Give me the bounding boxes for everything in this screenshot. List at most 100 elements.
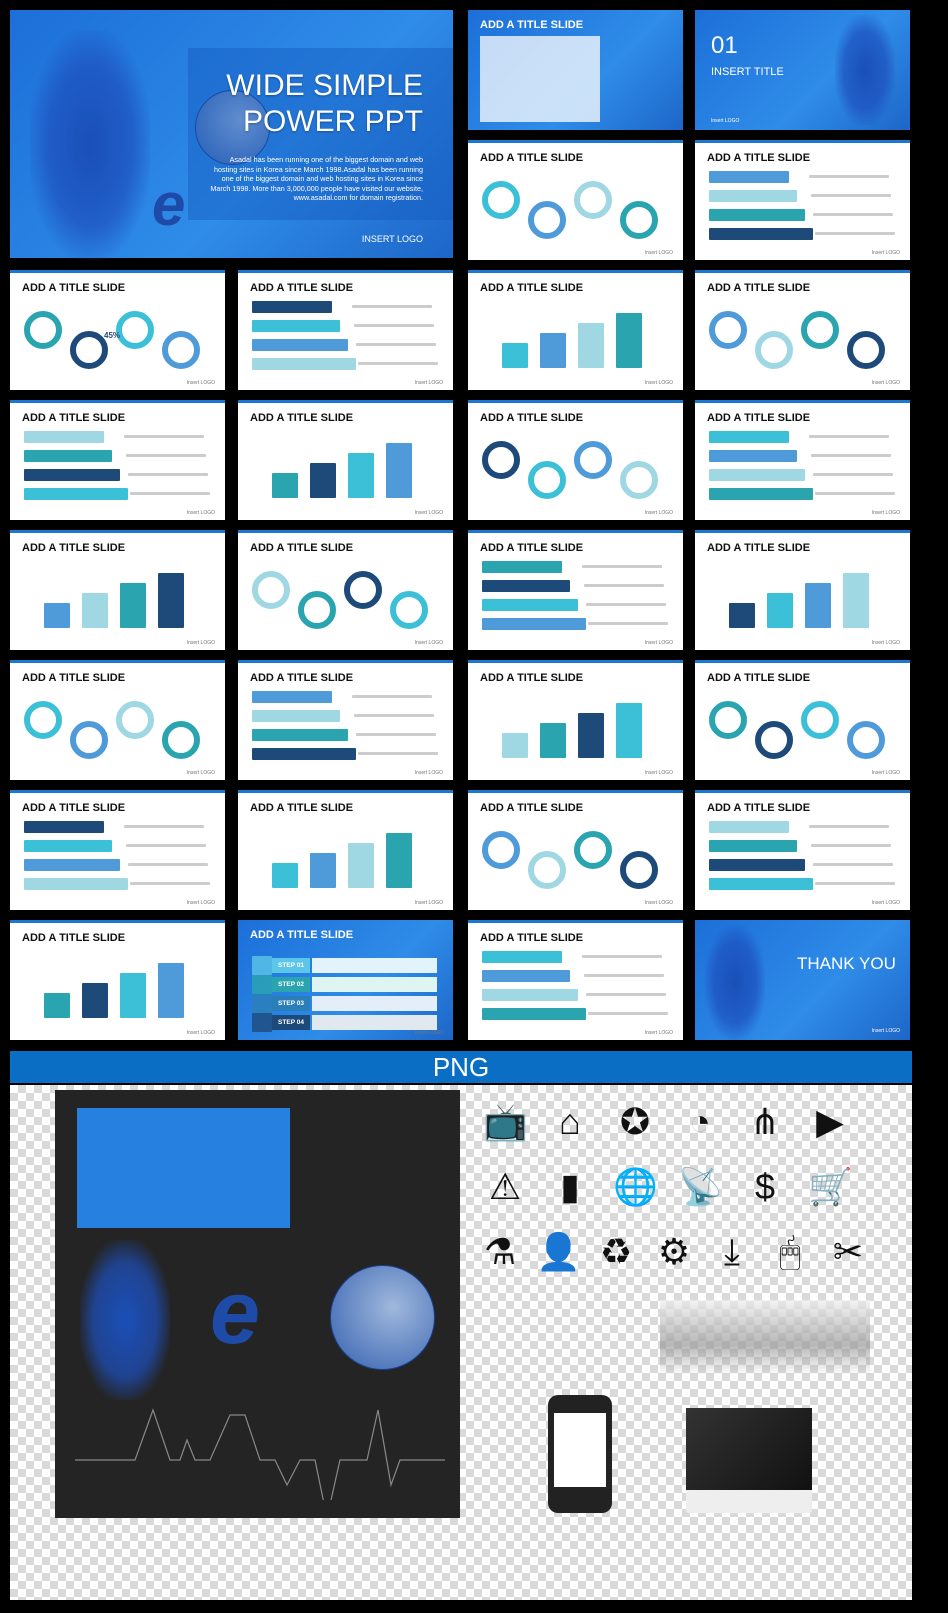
insert-logo: Insert LOGO [414,770,443,776]
slide-thumbnail[interactable]: ADD A TITLE SLIDE Insert LOGO [10,400,225,520]
slide-thumbnail[interactable]: ADD A TITLE SLIDE Insert LOGO [238,270,453,390]
slide-title: ADD A TITLE SLIDE [707,542,811,554]
slide-thumbnail[interactable]: 01 INSERT TITLE Insert LOGO [695,10,910,130]
insert-logo: INSERT LOGO [361,234,423,244]
slide-thumbnail[interactable]: ADD A TITLE SLIDE Insert LOGO [695,790,910,910]
slide-title: ADD A TITLE SLIDE [250,929,354,941]
battery-icon: ▮ [560,1166,580,1207]
insert-logo: Insert LOGO [871,250,900,256]
slide-diagram [24,951,211,1026]
slide-title: ADD A TITLE SLIDE [480,282,584,294]
slide-thumbnail[interactable]: ADD A TITLE SLIDE Insert LOGO [238,530,453,650]
slide-thumbnail[interactable]: ADD A TITLE SLIDE Insert LOGO [695,400,910,520]
step-ribbon [252,975,272,994]
slide-thumbnail[interactable]: ADD A TITLE SLIDE Insert LOGO [468,660,683,780]
slide-thumbnail[interactable]: ADD A TITLE SLIDE 45% Insert LOGO [10,270,225,390]
slide-thumbnail[interactable]: ADD A TITLE SLIDE Insert LOGO [468,920,683,1040]
slide-diagram [709,691,896,766]
section-title: INSERT TITLE [711,66,784,78]
thank-you-title: THANK YOU [797,954,896,973]
slide-thumbnail[interactable]: ADD A TITLE SLIDE Insert LOGO [695,270,910,390]
step-label: STEP 02 [272,977,310,992]
slide-diagram [709,301,896,376]
slide-diagram [24,691,211,766]
slide-diagram [482,691,669,766]
insert-logo: Insert LOGO [186,770,215,776]
insert-logo: Insert LOGO [871,770,900,776]
shopping-cart-icon: 🛒 [808,1166,853,1207]
mouse-icon: 🖱 [779,1231,801,1272]
globe-icon: 🌐 [613,1166,658,1207]
slide-diagram [709,821,896,896]
slide-thumbnail[interactable]: ADD A TITLE SLIDE Insert LOGO [695,530,910,650]
slide-diagram [480,36,600,122]
slide-diagram [252,561,439,636]
home-icon: ⌂ [559,1101,581,1142]
city-skyline-asset [660,1300,870,1375]
slide-thumbnail[interactable]: ADD A TITLE SLIDE Insert LOGO [238,660,453,780]
insert-logo: Insert LOGO [871,640,900,646]
slide-title: ADD A TITLE SLIDE [707,282,811,294]
slide-diagram [482,951,669,1026]
slide-thumbnail[interactable]: ADD A TITLE SLIDE Insert LOGO [468,530,683,650]
businessman-silhouette [835,15,895,125]
insert-logo: Insert LOGO [414,640,443,646]
flask-add-icon: ⚗ [483,1231,517,1272]
tools-icon: ✂ [832,1231,864,1272]
slide-title: ADD A TITLE SLIDE [250,672,354,684]
step-ribbon [252,994,272,1013]
slide-thumbnail[interactable]: ADD A TITLE SLIDE [468,10,683,130]
title-slide[interactable]: e WIDE SIMPLE POWER PPT Asadal has been r… [10,10,453,260]
slide-title: ADD A TITLE SLIDE [22,802,126,814]
slide-thumbnail[interactable]: THANK YOU Insert LOGO [695,920,910,1040]
slide-title: ADD A TITLE SLIDE [707,412,811,424]
slide-thumbnail[interactable]: ADD A TITLE SLIDE Insert LOGO [10,920,225,1040]
recycle-bin-icon: ♻ [599,1231,633,1272]
insert-logo: Insert LOGO [186,380,215,386]
insert-logo: Insert LOGO [186,640,215,646]
slide-diagram [482,821,669,896]
slide-thumbnail[interactable]: ADD A TITLE SLIDE Insert LOGO [468,140,683,260]
slide-diagram [482,431,669,506]
slide-thumbnail[interactable]: ADD A TITLE SLIDE Insert LOGO [695,660,910,780]
step-description [312,977,437,992]
slide-thumbnail[interactable]: ADD A TITLE SLIDE Insert LOGO [10,660,225,780]
slide-title: ADD A TITLE SLIDE [22,672,126,684]
slide-diagram: 45% [24,301,211,376]
slide-thumbnail[interactable]: ADD A TITLE SLIDE STEP 01 STEP 02 STEP 03 ST… [238,920,453,1040]
slide-thumbnail[interactable]: ADD A TITLE SLIDE Insert LOGO [468,400,683,520]
slide-thumbnail[interactable]: ADD A TITLE SLIDE Insert LOGO [238,790,453,910]
slide-diagram [24,821,211,896]
png-section-banner: PNG [10,1051,912,1083]
slide-thumbnail[interactable]: ADD A TITLE SLIDE Insert LOGO [10,790,225,910]
slide-thumbnail[interactable]: ADD A TITLE SLIDE Insert LOGO [695,140,910,260]
slide-thumbnail[interactable]: ADD A TITLE SLIDE Insert LOGO [468,790,683,910]
rss-icon: ◔ [689,1101,711,1142]
slide-thumbnail[interactable]: ADD A TITLE SLIDE Insert LOGO [238,400,453,520]
gears-icon: ⚙ [657,1231,691,1272]
award-icon: ✪ [619,1101,651,1142]
slide-diagram [252,431,439,506]
insert-logo: Insert LOGO [644,380,673,386]
video-icon: ▶ [816,1101,844,1142]
e-logo-asset: e [210,1263,261,1363]
slide-title: ADD A TITLE SLIDE [22,412,126,424]
slide-diagram [482,561,669,636]
insert-logo: Insert LOGO [414,510,443,516]
businessman-asset [80,1240,170,1400]
slide-title: ADD A TITLE SLIDE [480,412,584,424]
tv-icon: 📺 [483,1101,528,1142]
slide-diagram [252,821,439,896]
slide-thumbnail[interactable]: ADD A TITLE SLIDE Insert LOGO [468,270,683,390]
step-description [312,996,437,1011]
step-label: STEP 03 [272,996,310,1011]
slide-thumbnail[interactable]: ADD A TITLE SLIDE Insert LOGO [10,530,225,650]
slide-title: ADD A TITLE SLIDE [480,932,584,944]
step-description [312,1015,437,1030]
insert-logo: Insert LOGO [871,380,900,386]
monitor-asset [686,1408,812,1513]
insert-logo: Insert LOGO [711,118,740,124]
download-icon: ⤓ [724,1231,740,1272]
slide-diagram [24,561,211,636]
insert-logo: Insert LOGO [644,640,673,646]
